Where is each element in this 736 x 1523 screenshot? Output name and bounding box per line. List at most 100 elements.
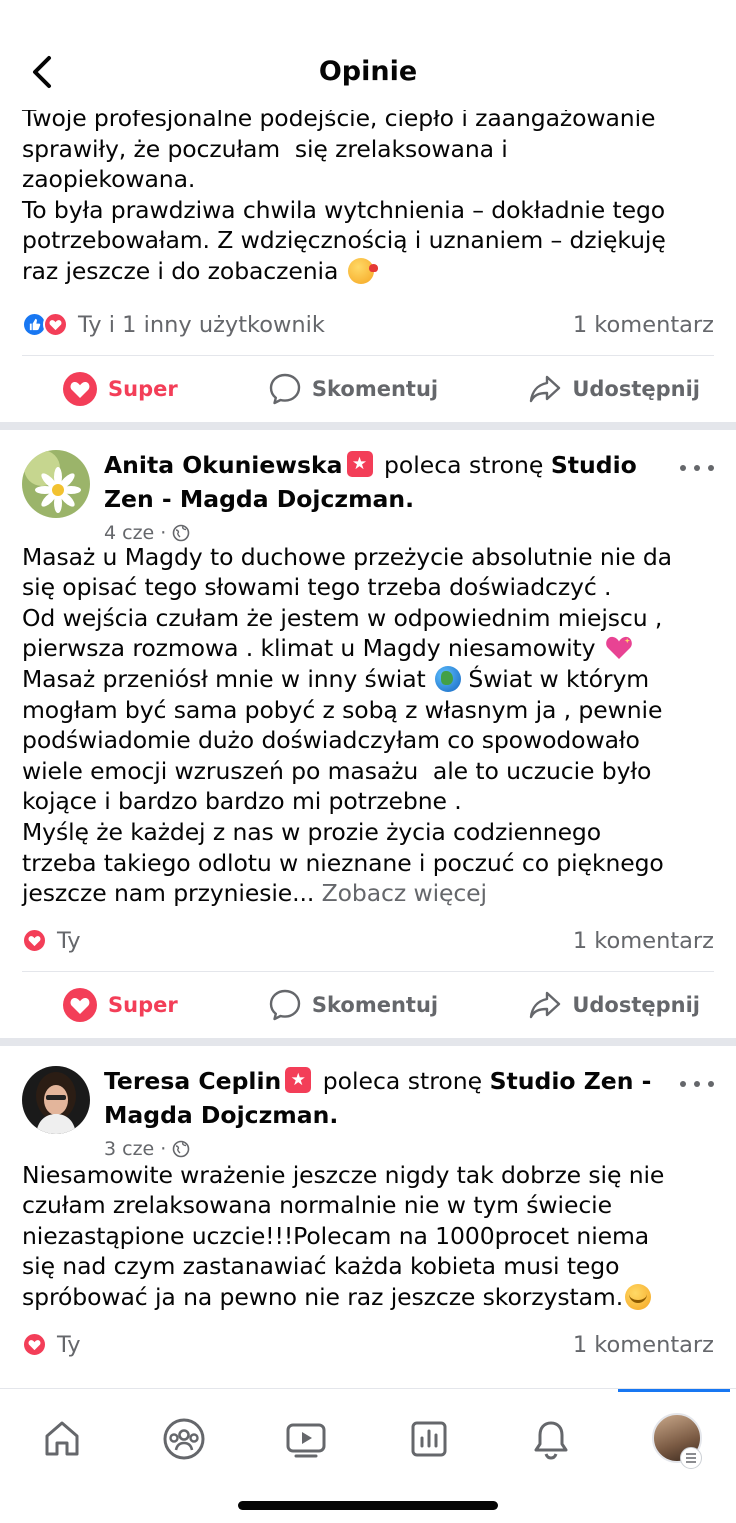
post-body: Masaż u Magdy to duchowe przeżycie absol…	[0, 542, 736, 909]
time-text: 4 cze	[104, 521, 155, 544]
comments-count[interactable]: 1 komentarz	[573, 1332, 714, 1358]
post-line: podświadomie dużo doświadczyłam co spowo…	[22, 726, 640, 755]
reviews-feed[interactable]: Twoje profesjonalne podejście, ciepło i …	[0, 104, 736, 1375]
post-line: sprawiły, że poczułam się zrelaksowana i	[22, 134, 508, 163]
nav-dashboard[interactable]	[405, 1415, 453, 1463]
nav-video[interactable]	[282, 1415, 330, 1463]
super-label: Super	[108, 376, 178, 401]
post-author-line: Teresa Ceplin poleca stronę Studio Zen -…	[104, 1064, 656, 1132]
post-timestamp: 4 cze ·	[104, 522, 190, 544]
recommends-text: poleca stronę	[322, 1066, 483, 1095]
page-name[interactable]: Studio	[551, 451, 637, 479]
post-line: spróbować ja na pewno nie raz jeszcze sk…	[22, 1283, 624, 1312]
globe-icon	[172, 1140, 190, 1157]
post-line: Myślę że każdej z nas w prozie życia cod…	[22, 817, 602, 846]
author-name[interactable]: Anita Okuniewska	[104, 451, 343, 479]
recommendation-badge-icon	[346, 450, 373, 477]
reaction-summary: Ty 1 komentarz	[0, 911, 736, 971]
share-button[interactable]: Udostępnij	[528, 374, 700, 404]
sparkling-heart-emoji-icon	[606, 637, 632, 660]
love-filled-icon	[63, 371, 97, 406]
comment-icon	[269, 989, 301, 1020]
comment-label: Skomentuj	[311, 376, 439, 401]
nav-notifications[interactable]	[527, 1415, 575, 1463]
globe-emoji-icon	[435, 665, 461, 692]
nav-groups[interactable]	[160, 1415, 208, 1463]
post-line: Masaż przeniósł mnie w inny świat	[22, 664, 426, 693]
reaction-summary: Ty 1 komentarz	[0, 1315, 736, 1375]
post-line: trzeba takiego odlotu w nieznane i poczu…	[22, 848, 664, 877]
comment-label: Skomentuj	[311, 992, 439, 1017]
post-line: pierwsza rozmowa . klimat u Magdy niesam…	[22, 634, 596, 663]
share-label: Udostępnij	[572, 376, 700, 401]
nav-home[interactable]	[38, 1415, 86, 1463]
section-divider	[0, 1037, 736, 1046]
see-more-link[interactable]: Zobacz więcej	[322, 879, 487, 907]
action-bar: Super Skomentuj Udostępnij	[0, 356, 736, 422]
kiss-emoji-icon	[347, 257, 378, 284]
post-author-line: Anita Okuniewska poleca stronę Studio Ze…	[104, 448, 656, 516]
author-name[interactable]: Teresa Ceplin	[104, 1067, 281, 1095]
recommendation-badge-icon	[285, 1066, 312, 1093]
reactions[interactable]: Ty	[22, 928, 81, 954]
share-button[interactable]: Udostępnij	[528, 990, 700, 1020]
love-reaction-icon	[43, 312, 68, 338]
post-body: Niesamowite wrażenie jeszcze nigdy tak d…	[0, 1160, 736, 1313]
comments-count[interactable]: 1 komentarz	[573, 928, 714, 954]
comments-count[interactable]: 1 komentarz	[573, 312, 714, 338]
more-options-button[interactable]	[680, 460, 714, 476]
menu-icon	[680, 1447, 702, 1469]
reactions-text: Ty	[57, 1331, 81, 1358]
love-filled-icon	[63, 987, 97, 1022]
post-line: Od wejścia czułam że jestem w odpowiedni…	[22, 603, 663, 632]
post-line: jeszcze nam przyniesie...	[22, 879, 315, 908]
post-header: Teresa Ceplin poleca stronę Studio Zen -…	[0, 1046, 736, 1166]
share-icon	[530, 375, 561, 402]
post-body: Twoje profesjonalne podejście, ciepło i …	[0, 103, 736, 287]
super-button[interactable]: Super	[62, 987, 178, 1023]
bottom-navigation	[0, 1388, 736, 1523]
time-text: 3 cze	[104, 1137, 155, 1160]
video-icon	[286, 1423, 326, 1458]
smiling-face-hearts-emoji-icon	[625, 1284, 652, 1311]
post-line: Świat w którym	[468, 664, 650, 693]
home-indicator[interactable]	[238, 1501, 498, 1510]
more-options-button[interactable]	[680, 1076, 714, 1092]
post-line: zaopiekowana.	[22, 165, 196, 194]
reactions-text: Ty	[57, 927, 81, 954]
post-line: się nad czym zastanawiać każda kobieta m…	[22, 1252, 620, 1281]
avatar[interactable]	[22, 1065, 90, 1134]
groups-icon	[163, 1418, 205, 1460]
comment-icon	[269, 373, 301, 404]
post-line: kojące i bardzo bardzo mi potrzebne .	[22, 787, 462, 816]
reaction-summary: Ty i 1 inny użytkownik 1 komentarz	[0, 295, 736, 355]
action-bar: Super Skomentuj Udostępnij	[0, 972, 736, 1038]
love-reaction-icon	[22, 928, 47, 954]
post-line: czułam zrelaksowana normalnie nie w tym …	[22, 1191, 612, 1220]
avatar[interactable]	[22, 449, 90, 518]
dashboard-icon	[411, 1421, 447, 1457]
super-button[interactable]: Super	[62, 371, 178, 407]
post-line: raz jeszcze i do zobaczenia	[22, 256, 339, 285]
page-title: Opinie	[318, 56, 418, 87]
post-line: wiele emocji wzruszeń po masażu ale to u…	[22, 756, 652, 785]
page-name[interactable]: Studio Zen -	[490, 1067, 652, 1095]
home-icon	[45, 1421, 79, 1456]
review-post: Anita Okuniewska poleca stronę Studio Ze…	[0, 430, 736, 1038]
reactions-text: Ty i 1 inny użytkownik	[78, 311, 325, 338]
post-line: niezastąpione uczcie!!!Polecam na 1000pr…	[22, 1221, 650, 1250]
review-post: Teresa Ceplin poleca stronę Studio Zen -…	[0, 1046, 736, 1375]
post-line: mogłam być sama pobyć z sobą z własnym j…	[22, 695, 663, 724]
comment-button[interactable]: Skomentuj	[268, 372, 438, 406]
recommends-text: poleca stronę	[383, 450, 544, 479]
page-name[interactable]: Zen - Magda Dojczman.	[104, 485, 414, 513]
review-post: Twoje profesjonalne podejście, ciepło i …	[0, 103, 736, 422]
comment-button[interactable]: Skomentuj	[268, 988, 438, 1022]
reactions[interactable]: Ty	[22, 1332, 81, 1358]
reactions[interactable]: Ty i 1 inny użytkownik	[22, 312, 325, 338]
super-label: Super	[108, 992, 178, 1017]
page-name[interactable]: Magda Dojczman.	[104, 1101, 338, 1129]
reviews-page: Opinie Twoje profesjonalne podejście, ci…	[0, 0, 736, 1523]
post-header: Anita Okuniewska poleca stronę Studio Ze…	[0, 430, 736, 550]
post-line: potrzebowałam. Z wdzięcznością i uznanie…	[22, 226, 666, 255]
